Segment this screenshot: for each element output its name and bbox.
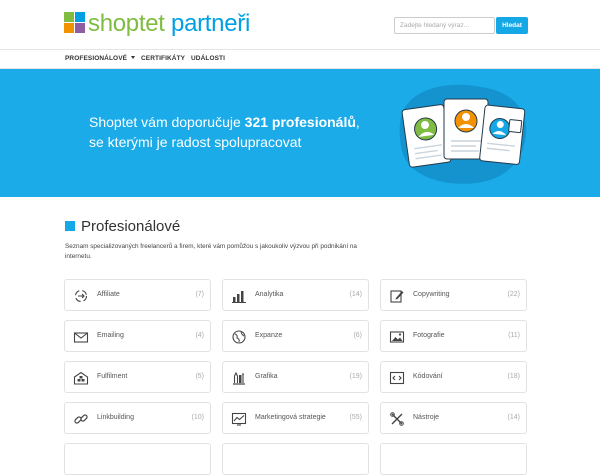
category-card[interactable] <box>64 443 211 475</box>
logo-text-partneri: partneři <box>171 10 250 37</box>
warehouse-icon <box>73 371 89 385</box>
strategy-chart-icon <box>231 412 247 426</box>
title-square-icon <box>65 221 75 231</box>
category-card[interactable] <box>380 443 527 475</box>
category-card-affiliate[interactable]: Affiliate (7) <box>64 279 211 311</box>
envelope-icon <box>73 332 89 343</box>
category-count: (19) <box>349 373 362 380</box>
analytics-chart-icon <box>232 291 246 303</box>
category-card-marketingova-strategie[interactable]: Marketingová strategie (55) <box>222 402 369 434</box>
category-card-analytika[interactable]: Analytika (14) <box>222 279 369 311</box>
category-label: Affiliate <box>97 291 120 298</box>
category-card-emailing[interactable]: Emailing (4) <box>64 320 211 352</box>
category-label: Marketingová strategie <box>255 414 326 421</box>
category-label: Expanze <box>255 332 283 339</box>
page-title: Profesionálové <box>81 217 181 235</box>
category-count: (18) <box>507 373 520 380</box>
profiles-illustration <box>399 84 527 184</box>
category-label: Kódování <box>413 373 443 380</box>
category-count: (10) <box>191 414 204 421</box>
search-button[interactable]: Hledat <box>496 17 528 34</box>
site-header: shoptet partneři Hledat <box>0 0 600 50</box>
tools-icon <box>390 412 404 426</box>
category-count: (22) <box>507 291 520 298</box>
nav-item-label: PROFESIONÁLOVÉ <box>65 55 128 62</box>
category-label: Linkbuilding <box>97 414 134 421</box>
category-label: Copywriting <box>413 291 450 298</box>
hero-line1-suffix: , <box>355 114 360 130</box>
hero-count: 321 profesionálů <box>244 114 356 130</box>
category-card-copywriting[interactable]: Copywriting (22) <box>380 279 527 311</box>
category-card-fulfilment[interactable]: Fulfilment (5) <box>64 361 211 393</box>
category-count: (14) <box>349 291 362 298</box>
hero-banner: Shoptet vám doporučuje 321 profesionálů,… <box>0 69 600 197</box>
nav-item-profesionalove[interactable]: PROFESIONÁLOVÉ <box>65 55 136 62</box>
category-card-fotografie[interactable]: Fotografie (11) <box>380 320 527 352</box>
code-icon <box>389 371 405 385</box>
section-description: Seznam specializovaných freelancerů a fi… <box>65 243 357 260</box>
category-count: (14) <box>507 414 520 421</box>
nav-item-certifikaty[interactable]: CERTIFIKÁTY <box>141 55 185 62</box>
image-icon <box>389 331 405 343</box>
search-input[interactable] <box>394 17 495 34</box>
hero-line1-prefix: Shoptet vám doporučuje <box>89 114 245 130</box>
category-card-kodovani[interactable]: Kódování (18) <box>380 361 527 393</box>
category-count: (11) <box>508 332 520 339</box>
category-count: (7) <box>195 291 204 298</box>
category-count: (6) <box>353 332 362 339</box>
logo-text-shoptet: shoptet <box>88 10 165 37</box>
logo-squares-icon <box>64 12 86 34</box>
category-label: Fulfilment <box>97 373 128 380</box>
logo-text: shoptet partneři <box>88 11 250 37</box>
category-card[interactable] <box>222 443 369 475</box>
category-count: (55) <box>349 414 362 421</box>
category-label: Nástroje <box>413 414 440 421</box>
category-label: Emailing <box>97 332 124 339</box>
category-card-nastroje[interactable]: Nástroje (14) <box>380 402 527 434</box>
category-label: Grafika <box>255 373 278 380</box>
category-label: Fotografie <box>413 332 445 339</box>
link-icon <box>74 414 88 424</box>
caret-down-icon <box>131 56 136 59</box>
section-title: Profesionálové <box>65 217 180 235</box>
category-card-expanze[interactable]: Expanze (6) <box>222 320 369 352</box>
affiliate-icon <box>74 289 88 303</box>
category-count: (5) <box>195 373 204 380</box>
hero-line2: se kterými je radost spolupracovat <box>89 134 302 150</box>
hero-headline: Shoptet vám doporučuje 321 profesionálů,… <box>89 112 389 152</box>
category-count: (4) <box>195 332 204 339</box>
design-tools-icon <box>233 371 245 385</box>
nav-item-udalosti[interactable]: UDÁLOSTI <box>191 55 225 62</box>
category-label: Analytika <box>255 291 284 298</box>
main-nav: PROFESIONÁLOVÉ CERTIFIKÁTY UDÁLOSTI <box>0 50 600 69</box>
category-card-grafika[interactable]: Grafika (19) <box>222 361 369 393</box>
globe-icon <box>232 330 246 344</box>
pencil-edit-icon <box>390 290 404 303</box>
shoptet-partneri-logo[interactable]: shoptet partneři <box>64 11 250 38</box>
category-card-linkbuilding[interactable]: Linkbuilding (10) <box>64 402 211 434</box>
